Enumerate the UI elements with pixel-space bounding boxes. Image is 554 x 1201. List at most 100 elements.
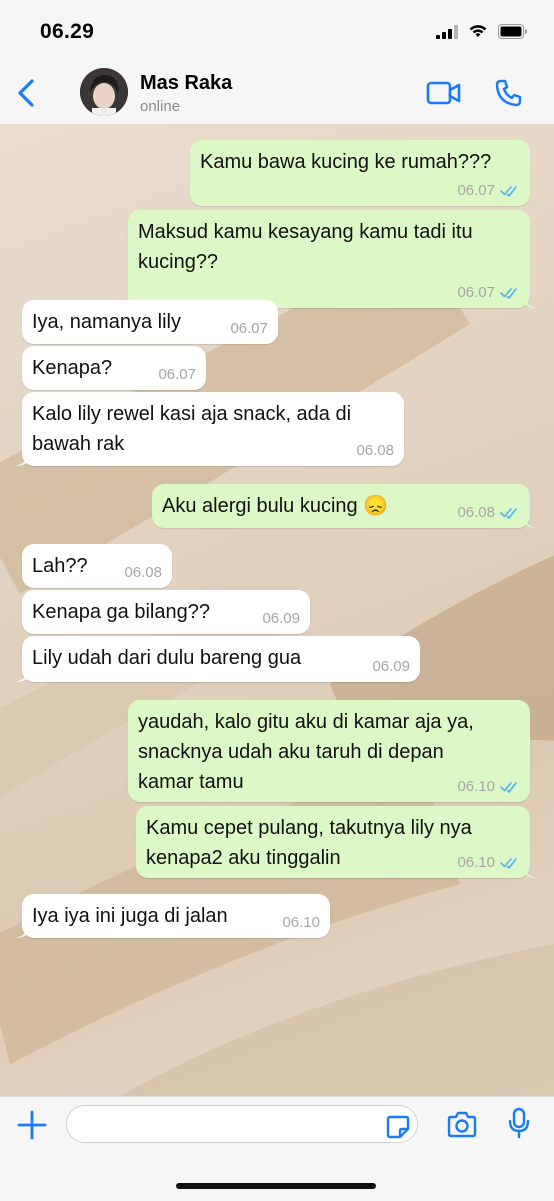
incoming-message[interactable]: Iya, namanya lily 06.07 <box>22 300 278 344</box>
sticker-icon <box>386 1115 410 1139</box>
message-meta: 06.10 <box>457 854 520 872</box>
message-line: Maksud kamu kesayang kamu tadi itu <box>138 221 473 243</box>
bubble-tail <box>523 864 537 878</box>
message-line: Kenapa ga bilang?? <box>32 601 210 623</box>
message-time: 06.07 <box>457 284 495 301</box>
message-text: Kalo lily rewel kasi aja snack, ada di ba… <box>32 399 351 459</box>
message-text: Kamu cepet pulang, takutnya lily nya kena… <box>146 813 472 873</box>
camera-button[interactable] <box>446 1111 478 1144</box>
incoming-message[interactable]: Iya iya ini juga di jalan 06.10 <box>15 894 330 938</box>
message-meta: 06.07 <box>457 182 520 200</box>
read-ticks-icon <box>500 782 517 793</box>
outgoing-message[interactable]: Kamu bawa kucing ke rumah??? 06.07 <box>190 140 530 206</box>
incoming-message[interactable]: Kenapa ga bilang?? 06.09 <box>22 590 310 634</box>
bubble-tail <box>15 668 29 682</box>
chat-area[interactable]: Kamu bawa kucing ke rumah??? 06.07 Maksud … <box>0 124 554 1096</box>
outgoing-message[interactable]: Maksud kamu kesayang kamu tadi itu kucing… <box>128 210 537 308</box>
message-text: Maksud kamu kesayang kamu tadi itu kucing… <box>138 217 473 277</box>
message-time: 06.07 <box>457 182 495 199</box>
message-time: 06.08 <box>457 504 495 521</box>
status-icons <box>436 24 528 39</box>
video-call-button[interactable] <box>426 80 462 111</box>
message-meta: 06.07 <box>457 284 520 302</box>
incoming-message[interactable]: Lily udah dari dulu bareng gua 06.09 <box>15 636 420 682</box>
message-meta: 06.10 <box>282 914 320 932</box>
message-text: yaudah, kalo gitu aku di kamar aja ya, sn… <box>138 707 474 797</box>
message-text: Iya, namanya lily <box>32 307 181 337</box>
outgoing-message[interactable]: Aku alergi bulu kucing 😞 06.08 <box>152 484 537 528</box>
message-line: kucing?? <box>138 251 219 273</box>
outgoing-message[interactable]: yaudah, kalo gitu aku di kamar aja ya, sn… <box>128 700 530 802</box>
avatar[interactable] <box>80 68 128 116</box>
message-text: Aku alergi bulu kucing 😞 <box>162 491 388 521</box>
back-button[interactable] <box>14 78 40 108</box>
message-line: kamar tamu <box>138 771 244 793</box>
read-ticks-icon <box>500 288 517 299</box>
voice-call-button[interactable] <box>494 78 524 113</box>
incoming-message[interactable]: Kenapa? 06.07 <box>22 346 206 390</box>
message-line: Kamu bawa kucing ke rumah??? <box>200 151 492 173</box>
message-time: 06.07 <box>158 366 196 383</box>
message-meta: 06.08 <box>124 564 162 582</box>
message-meta: 06.07 <box>158 366 196 384</box>
message-line: Kalo lily rewel kasi aja snack, ada di <box>32 403 352 425</box>
message-text: Lily udah dari dulu bareng gua <box>32 643 301 673</box>
microphone-icon <box>508 1107 530 1139</box>
message-time: 06.08 <box>356 442 394 459</box>
message-meta: 06.09 <box>372 658 410 676</box>
message-line: yaudah, kalo gitu aku di kamar aja ya, <box>138 711 474 733</box>
message-line: Kenapa? <box>32 357 113 379</box>
bubble-tail <box>15 924 29 938</box>
message-meta: 06.09 <box>262 610 300 628</box>
chat-header: Mas Raka online <box>0 62 554 125</box>
bubble-tail <box>523 294 537 308</box>
input-bar <box>0 1096 554 1201</box>
message-time: 06.09 <box>262 610 300 627</box>
bubble-tail <box>15 452 29 466</box>
read-ticks-icon <box>500 508 517 519</box>
status-time: 06.29 <box>40 20 95 43</box>
avatar-photo <box>80 68 128 116</box>
message-meta: 06.10 <box>457 778 520 796</box>
message-time: 06.10 <box>282 914 320 931</box>
microphone-button[interactable] <box>508 1107 530 1144</box>
message-line: bawah rak <box>32 433 125 455</box>
message-meta: 06.08 <box>356 442 394 460</box>
sticker-button[interactable] <box>386 1115 410 1144</box>
attach-button[interactable] <box>16 1109 48 1146</box>
chevron-left-icon <box>18 79 34 107</box>
message-time: 06.07 <box>230 320 268 337</box>
message-text: Kamu bawa kucing ke rumah??? <box>200 147 491 177</box>
message-meta: 06.08 <box>457 504 520 522</box>
message-line: snacknya udah aku taruh di depan <box>138 741 444 763</box>
message-time: 06.10 <box>457 854 495 871</box>
contact-status: online <box>140 98 181 115</box>
message-line: Iya, namanya lily <box>32 311 181 333</box>
bubble-tail <box>523 514 537 528</box>
message-line: Lah?? <box>32 555 88 577</box>
incoming-message[interactable]: Kalo lily rewel kasi aja snack, ada di ba… <box>15 392 404 466</box>
camera-icon <box>447 1111 477 1138</box>
video-camera-icon <box>426 81 461 105</box>
read-ticks-icon <box>500 186 517 197</box>
read-ticks-icon <box>500 858 517 869</box>
message-text: Lah?? <box>32 551 88 581</box>
message-text: Kenapa ga bilang?? <box>32 597 210 627</box>
message-line: Iya iya ini juga di jalan <box>32 905 228 927</box>
contact-name[interactable]: Mas Raka <box>140 72 232 95</box>
message-time: 06.08 <box>124 564 162 581</box>
outgoing-message[interactable]: Kamu cepet pulang, takutnya lily nya kena… <box>136 806 537 878</box>
incoming-message[interactable]: Lah?? 06.08 <box>22 544 172 588</box>
battery-icon <box>498 24 527 39</box>
plus-icon <box>17 1110 47 1140</box>
signal-icon <box>436 24 458 39</box>
message-text: Kenapa? <box>32 353 112 383</box>
wifi-icon <box>469 25 487 37</box>
message-input[interactable] <box>66 1105 418 1143</box>
message-meta: 06.07 <box>230 320 268 338</box>
phone-icon <box>495 79 522 107</box>
message-time: 06.09 <box>372 658 410 675</box>
message-text: Iya iya ini juga di jalan <box>32 901 228 931</box>
status-bar: 06.29 <box>0 0 554 62</box>
message-line: Lily udah dari dulu bareng gua <box>32 647 302 669</box>
